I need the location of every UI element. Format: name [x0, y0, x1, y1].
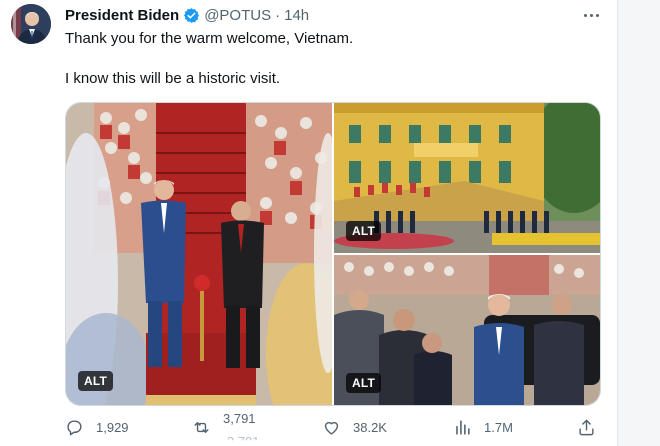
reply-icon [67, 419, 82, 435]
avatar[interactable] [11, 4, 51, 44]
verified-badge-icon [183, 7, 200, 24]
repost-icon [194, 421, 209, 433]
reply-button[interactable]: 1,929 [65, 412, 129, 442]
alt-badge[interactable]: ALT [346, 221, 382, 241]
views-chart-icon [456, 419, 470, 435]
share-button[interactable] [577, 412, 596, 442]
post-header: President Biden @POTUS · 14h [65, 5, 309, 25]
media-grid: ALT ALT ALT [65, 102, 601, 406]
author-handle[interactable]: @POTUS [204, 7, 271, 24]
post-text-line-2: I know this will be a historic visit. [65, 70, 281, 87]
heart-icon [324, 421, 339, 435]
photo-greeting-line[interactable]: ALT [334, 255, 600, 405]
share-icon [579, 419, 594, 435]
post-text-line-1: Thank you for the warm welcome, Vietnam. [65, 30, 354, 47]
like-button[interactable]: 38.2K [322, 412, 387, 442]
more-horizontal-icon[interactable] [579, 5, 603, 25]
right-sidebar-edge [617, 0, 660, 446]
alt-badge[interactable]: ALT [346, 373, 382, 393]
repost-count: 3,791 [223, 410, 256, 426]
photo-welcome-ceremony[interactable]: ALT [66, 103, 332, 405]
like-count: 38.2K [353, 419, 387, 435]
alt-badge[interactable]: ALT [78, 371, 114, 391]
views-button[interactable]: 1.7M [453, 412, 513, 442]
repost-count-shadow: 3,791 [227, 434, 260, 446]
post-timestamp[interactable]: 14h [284, 7, 309, 24]
action-bar: 1,929 3,791 3,791 38.2K 1.7M [65, 410, 601, 442]
author-name[interactable]: President Biden [65, 7, 179, 24]
reply-count: 1,929 [96, 419, 129, 435]
post-text: Thank you for the warm welcome, Vietnam.… [65, 29, 605, 89]
photo-presidential-palace[interactable]: ALT [334, 103, 600, 253]
header-separator: · [275, 6, 281, 24]
view-count: 1.7M [484, 419, 513, 435]
